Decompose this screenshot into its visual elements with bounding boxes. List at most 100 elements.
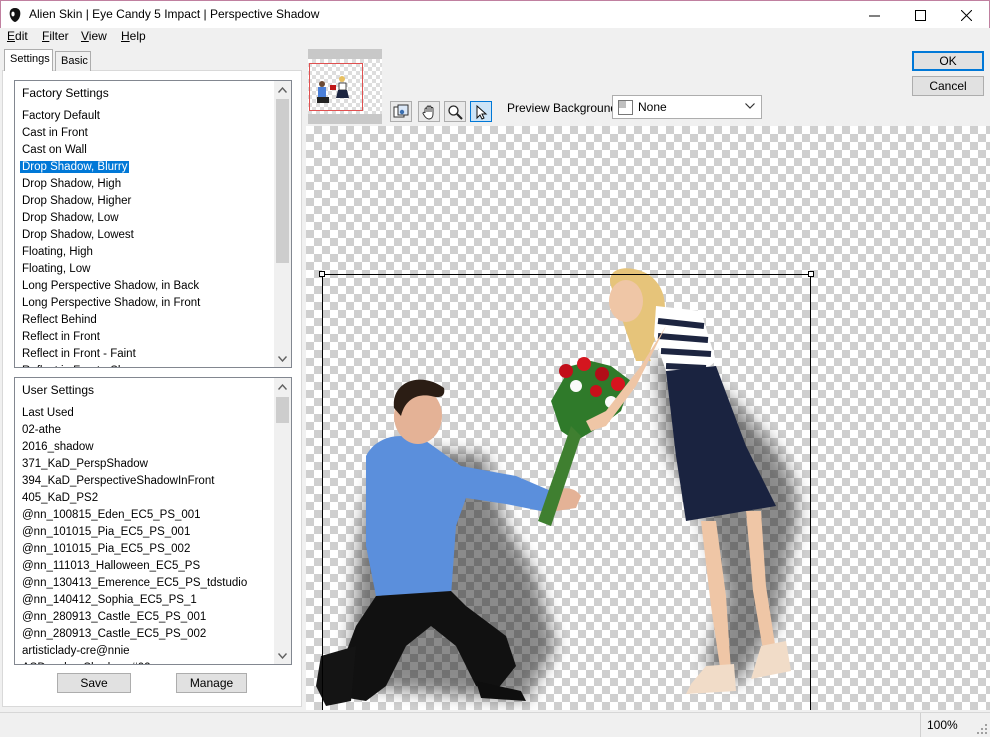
factory-list-item-label: Reflect Behind: [22, 314, 97, 326]
factory-list-item[interactable]: Long Perspective Shadow, in Front: [20, 295, 278, 312]
user-list-item[interactable]: ASD_color_Shadow_#02: [20, 660, 278, 664]
factory-list-item[interactable]: Drop Shadow, Blurry: [18, 159, 278, 176]
pointer-icon: [476, 104, 488, 120]
save-button[interactable]: Save: [57, 673, 131, 693]
menu-bar: Edit Filter View Help: [0, 28, 990, 46]
user-settings-header: User Settings: [22, 383, 95, 397]
user-list-item[interactable]: @nn_101015_Pia_EC5_PS_002: [20, 541, 278, 558]
user-list-item-label: ASD_color_Shadow_#02: [22, 662, 151, 664]
user-list-item[interactable]: 405_KaD_PS2: [20, 490, 278, 507]
factory-list-item[interactable]: Reflect in Front - Faint: [20, 346, 278, 363]
hand-tool-button[interactable]: [418, 101, 440, 122]
factory-settings-items: Factory Default Cast in Front Cast on Wall…: [18, 108, 278, 367]
selection-handle-top-right[interactable]: [808, 271, 814, 277]
user-list-item[interactable]: @nn_111013_Halloween_EC5_PS: [20, 558, 278, 575]
chevron-down-icon: [745, 103, 755, 109]
factory-list-item[interactable]: Long Perspective Shadow, in Back: [20, 278, 278, 295]
preview-background-label: Preview Background:: [507, 101, 621, 115]
preview-background-select[interactable]: None: [612, 95, 762, 119]
alien-skin-app-icon: [9, 8, 21, 22]
menu-help[interactable]: Help: [121, 29, 146, 43]
factory-list-item[interactable]: Factory Default: [20, 108, 278, 125]
thumbnail-view-frame: [309, 63, 363, 111]
preview-canvas[interactable]: [306, 126, 990, 710]
factory-list-item[interactable]: Reflect Behind: [20, 312, 278, 329]
preview-background-value: None: [638, 100, 667, 114]
user-list-item[interactable]: 371_KaD_PerspShadow: [20, 456, 278, 473]
user-settings-list[interactable]: User Settings Last Used 02-athe 2016_shado…: [14, 377, 292, 665]
user-list-item[interactable]: Last Used: [20, 405, 278, 422]
factory-list-item[interactable]: Drop Shadow, Lowest: [20, 227, 278, 244]
resize-grip-icon[interactable]: [976, 723, 988, 735]
user-list-item-label: 371_KaD_PerspShadow: [22, 458, 148, 470]
user-scroll-thumb[interactable]: [276, 397, 289, 423]
user-list-item-label: artisticlady-cre@nnie: [22, 645, 130, 657]
factory-list-item-label: Reflect in Front - Faint: [22, 348, 136, 360]
tab-settings[interactable]: Settings: [4, 49, 53, 71]
ok-button[interactable]: OK: [912, 51, 984, 71]
factory-list-item-label: Factory Default: [22, 110, 100, 122]
factory-list-item[interactable]: Drop Shadow, Higher: [20, 193, 278, 210]
user-scroll-down-button[interactable]: [274, 647, 291, 664]
user-list-item-label: @nn_100815_Eden_EC5_PS_001: [22, 509, 201, 521]
factory-list-item[interactable]: Floating, Low: [20, 261, 278, 278]
title-bar: Alien Skin | Eye Candy 5 Impact | Perspe…: [0, 0, 990, 28]
user-list-item[interactable]: @nn_140412_Sophia_EC5_PS_1: [20, 592, 278, 609]
factory-list-item[interactable]: Reflect in Front - Sharp: [20, 363, 278, 367]
close-button[interactable]: [943, 1, 989, 29]
zoom-tool-button[interactable]: [444, 101, 466, 122]
factory-list-item-label: Floating, High: [22, 246, 93, 258]
selection-handle-top-left[interactable]: [319, 271, 325, 277]
user-list-item-label: @nn_280913_Castle_EC5_PS_001: [22, 611, 207, 623]
factory-scroll-thumb[interactable]: [276, 99, 289, 263]
factory-scroll-up-button[interactable]: [274, 81, 291, 98]
factory-list-item[interactable]: Drop Shadow, High: [20, 176, 278, 193]
menu-help-accel: H: [121, 29, 130, 43]
selection-frame: [322, 274, 811, 710]
factory-scrollbar[interactable]: [274, 81, 291, 367]
menu-filter-label: ilter: [49, 29, 69, 43]
user-scroll-up-button[interactable]: [274, 378, 291, 395]
menu-view-accel: V: [81, 29, 89, 43]
factory-list-item[interactable]: Floating, High: [20, 244, 278, 261]
user-list-item-label: @nn_130413_Emerence_EC5_PS_tdstudio: [22, 577, 248, 589]
menu-edit-label: dit: [15, 29, 28, 43]
chevron-up-icon: [278, 86, 287, 93]
tab-basic[interactable]: Basic: [55, 51, 91, 71]
factory-list-item-label: Cast in Front: [22, 127, 88, 139]
factory-settings-list[interactable]: Factory Settings Factory Default Cast in …: [14, 80, 292, 368]
factory-list-item[interactable]: Cast on Wall: [20, 142, 278, 159]
manage-button[interactable]: Manage: [176, 673, 247, 693]
user-list-item[interactable]: @nn_280913_Castle_EC5_PS_002: [20, 626, 278, 643]
factory-list-item-label: Floating, Low: [22, 263, 91, 275]
user-list-item[interactable]: @nn_130413_Emerence_EC5_PS_tdstudio: [20, 575, 278, 592]
factory-list-item[interactable]: Drop Shadow, Low: [20, 210, 278, 227]
close-icon: [960, 9, 972, 21]
user-list-item[interactable]: artisticlady-cre@nnie: [20, 643, 278, 660]
user-scrollbar[interactable]: [274, 378, 291, 664]
factory-list-item-label: Reflect in Front: [22, 331, 100, 343]
menu-view[interactable]: View: [81, 29, 107, 43]
user-settings-items: Last Used 02-athe 2016_shadow 371_KaD_Persp…: [20, 405, 278, 664]
user-list-item[interactable]: @nn_100815_Eden_EC5_PS_001: [20, 507, 278, 524]
minimize-button[interactable]: [851, 1, 897, 29]
factory-scroll-down-button[interactable]: [274, 350, 291, 367]
user-list-item-label: 405_KaD_PS2: [22, 492, 99, 504]
maximize-icon: [914, 9, 926, 21]
user-list-item[interactable]: @nn_280913_Castle_EC5_PS_001: [20, 609, 278, 626]
navigator-thumbnail[interactable]: [308, 49, 382, 124]
user-list-item[interactable]: 2016_shadow: [20, 439, 278, 456]
preview-toggle-button[interactable]: [390, 101, 412, 122]
menu-edit[interactable]: Edit: [7, 29, 28, 43]
maximize-button[interactable]: [897, 1, 943, 29]
hand-icon: [422, 105, 434, 119]
user-list-item[interactable]: @nn_101015_Pia_EC5_PS_001: [20, 524, 278, 541]
pointer-tool-button[interactable]: [470, 101, 492, 122]
user-list-item[interactable]: 394_KaD_PerspectiveShadowInFront: [20, 473, 278, 490]
user-list-item-label: @nn_101015_Pia_EC5_PS_002: [22, 543, 191, 555]
factory-list-item[interactable]: Reflect in Front: [20, 329, 278, 346]
user-list-item[interactable]: 02-athe: [20, 422, 278, 439]
menu-filter[interactable]: Filter: [42, 29, 69, 43]
cancel-button[interactable]: Cancel: [912, 76, 984, 96]
factory-list-item[interactable]: Cast in Front: [20, 125, 278, 142]
